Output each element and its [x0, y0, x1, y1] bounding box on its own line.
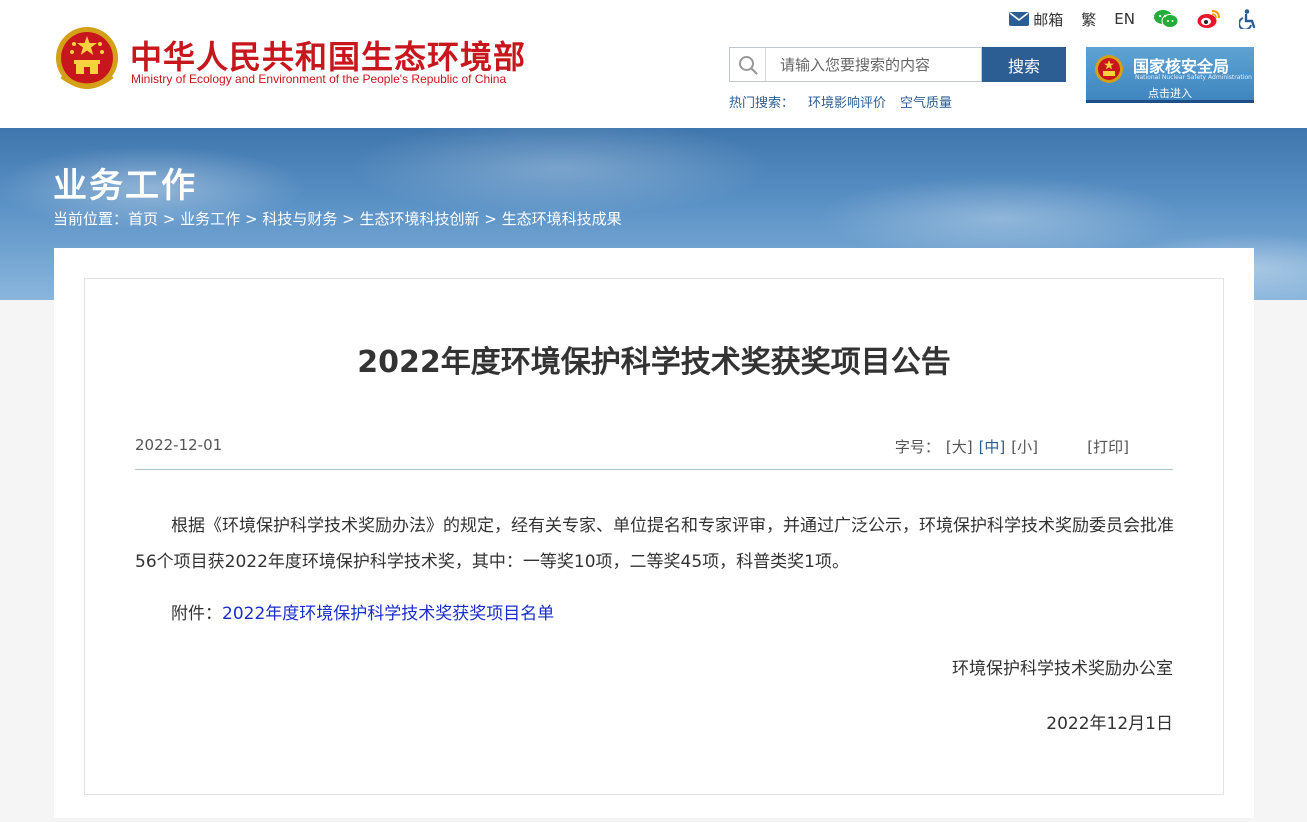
breadcrumb-home[interactable]: 首页 — [128, 210, 158, 228]
publish-date: 2022-12-01 — [135, 436, 223, 454]
traditional-chinese-link[interactable]: 繁 — [1081, 9, 1096, 30]
national-emblem-icon[interactable] — [54, 24, 120, 94]
font-size-label: 字号： — [894, 438, 940, 456]
nnsa-emblem-icon — [1095, 55, 1123, 83]
print-link[interactable]: [打印] — [1087, 436, 1129, 457]
breadcrumb-separator: > — [342, 210, 355, 228]
attachment-label: 附件： — [171, 604, 222, 624]
hot-search-item[interactable]: 空气质量 — [900, 92, 952, 111]
accessibility-link[interactable] — [1239, 9, 1257, 29]
top-links: 邮箱 繁 EN — [1009, 8, 1257, 30]
article-card: 2022年度环境保护科学技术奖获奖项目公告 2022-12-01 字号： [大]… — [84, 278, 1224, 795]
nnsa-entrance-button[interactable]: 国家核安全局 National Nuclear Safety Administr… — [1086, 47, 1254, 103]
breadcrumb-item[interactable]: 生态环境科技创新 — [359, 210, 479, 228]
search-button[interactable]: 搜索 — [982, 47, 1066, 82]
accessibility-icon — [1239, 9, 1256, 29]
english-label: EN — [1114, 10, 1135, 28]
signature-date: 2022年12月1日 — [1046, 714, 1173, 734]
font-size-large-option[interactable]: [大] — [946, 436, 973, 457]
breadcrumb-separator: > — [244, 210, 258, 228]
breadcrumb: 当前位置：首页 > 业务工作 > 科技与财务 > 生态环境科技创新 > 生态环境… — [53, 208, 622, 229]
breadcrumb-separator: > — [162, 210, 176, 228]
weibo-icon — [1197, 10, 1220, 28]
section-title: 业务工作 — [53, 166, 197, 206]
font-size-small-option[interactable]: [小] — [1011, 436, 1038, 457]
attachment-link[interactable]: 2022年度环境保护科学技术奖获奖项目名单 — [222, 604, 554, 624]
breadcrumb-item[interactable]: 业务工作 — [180, 210, 240, 228]
breadcrumb-label: 当前位置： — [53, 210, 129, 228]
hot-search-item[interactable]: 环境影响评价 — [808, 92, 886, 111]
article-body: 根据《环境保护科学技术奖励办法》的规定，经有关专家、单位提名和专家评审，并通过广… — [135, 516, 1174, 572]
english-link[interactable]: EN — [1114, 10, 1135, 28]
wechat-icon — [1154, 10, 1179, 28]
nnsa-enter-label: 点击进入 — [1148, 87, 1192, 100]
mail-icon — [1009, 12, 1030, 26]
article-meta: 2022-12-01 字号： [大] [中] [小] [打印] — [135, 436, 1173, 470]
search-icon[interactable] — [730, 48, 766, 81]
breadcrumb-separator: > — [484, 210, 497, 228]
font-size-medium-option[interactable]: [中] — [979, 436, 1006, 457]
breadcrumb-item[interactable]: 科技与财务 — [262, 210, 337, 228]
article-title: 2022年度环境保护科学技术奖获奖项目公告 — [357, 345, 951, 380]
hot-search-label: 热门搜索： — [729, 96, 795, 111]
mail-link[interactable]: 邮箱 — [1009, 9, 1063, 30]
traditional-label: 繁 — [1081, 10, 1097, 29]
search-input[interactable] — [766, 48, 981, 81]
main-content: 2022年度环境保护科学技术奖获奖项目公告 2022-12-01 字号： [大]… — [54, 248, 1254, 818]
signature: 环境保护科学技术奖励办公室 — [952, 659, 1173, 679]
hot-searches: 热门搜索： 环境影响评价 空气质量 — [729, 92, 952, 111]
weibo-link[interactable] — [1197, 9, 1221, 29]
attachment: 附件：2022年度环境保护科学技术奖获奖项目名单 — [171, 599, 554, 624]
site-header: 中华人民共和国生态环境部 Ministry of Ecology and Env… — [0, 0, 1307, 128]
font-size-switcher: 字号： [大] [中] [小] — [895, 436, 1038, 457]
wechat-link[interactable] — [1153, 9, 1179, 29]
breadcrumb-item[interactable]: 生态环境科技成果 — [502, 210, 622, 228]
search-box — [729, 47, 982, 82]
nnsa-name-en: National Nuclear Safety Administration — [1135, 74, 1252, 81]
site-subtitle: Ministry of Ecology and Environment of t… — [131, 72, 507, 86]
mail-label: 邮箱 — [1033, 10, 1064, 29]
